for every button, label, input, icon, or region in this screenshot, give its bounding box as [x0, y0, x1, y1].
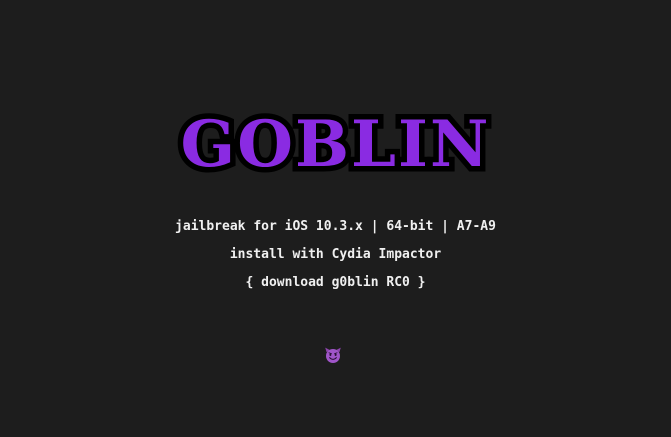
download-link[interactable]: download g0blin RC0: [261, 275, 410, 290]
description-text: jailbreak for iOS 10.3.x | 64-bit | A7-A…: [175, 219, 496, 234]
download-line: { download g0blin RC0 }: [0, 274, 671, 292]
open-brace: {: [245, 275, 262, 290]
page: GOBLIN jailbreak for iOS 10.3.x | 64-bit…: [0, 0, 671, 437]
smiling-imp-icon: [324, 346, 342, 364]
smiling-imp-icon-svg: [325, 347, 341, 363]
goblin-logo: GOBLIN: [175, 102, 494, 188]
install-instructions: install with Cydia Impactor: [229, 247, 442, 262]
close-brace: }: [409, 275, 426, 290]
